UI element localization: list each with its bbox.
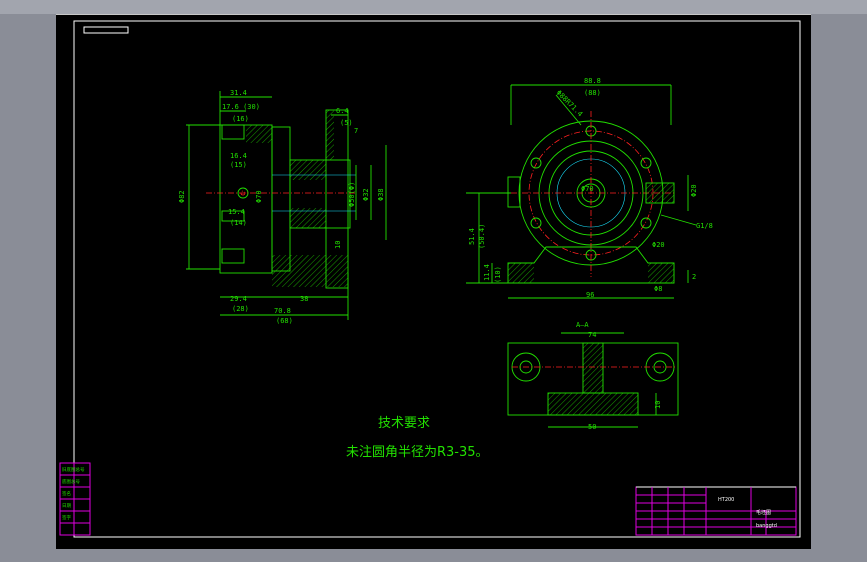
dim-center-height-alt: (50.4) <box>478 224 486 249</box>
dim-bot-b: 38 <box>300 295 308 303</box>
app-title-bar <box>0 0 867 14</box>
dim-foot-h: 2 <box>692 273 696 281</box>
dim-base-h: 11.4 <box>483 264 491 281</box>
dim-inner-b: 15.4 <box>228 208 245 216</box>
notes-heading: 技术要求 <box>378 416 430 431</box>
rev-row-5: 签字 <box>62 514 71 521</box>
dim-inner-a: 16.4 <box>230 152 247 160</box>
frame-corner-box <box>83 26 129 34</box>
dim-base-h-alt: (10) <box>494 266 502 283</box>
cad-drawing-canvas[interactable]: 31.4 17.6 (30) (16) 16.4 (15) 15.4 (14) … <box>56 14 811 549</box>
dim-height: Φ82 <box>178 190 186 203</box>
dim-hole: Φ20 <box>652 241 665 249</box>
side-view: 31.4 17.6 (30) (16) 16.4 (15) 15.4 (14) … <box>178 89 387 325</box>
dim-bore-2: Φ38 <box>377 188 385 201</box>
dim-front-top: 88.8 <box>584 77 601 85</box>
dim-bore-1: Φ32 <box>362 188 370 201</box>
dim-section-rib: 10 <box>654 401 662 409</box>
dim-section-bottom: 50 <box>588 423 596 431</box>
part-code: banggtd <box>756 523 777 529</box>
dim-front-top-alt: (88) <box>584 89 601 97</box>
dim-thread: G1/8 <box>696 222 713 230</box>
dim-right-a: Φ20 <box>690 184 698 197</box>
dim-bore-4: Φ70 <box>255 190 263 203</box>
rev-row-1: 旧底图总号 <box>62 466 85 473</box>
dim-inner-a-alt: (15) <box>230 161 247 169</box>
dim-side-top-alt: 17.6 (30) <box>222 103 260 111</box>
dim-flange-w-alt: (5) <box>340 119 353 127</box>
notes-line1: 未注圆角半径为R3-35。 <box>346 445 489 460</box>
section-view: A—A 74 50 10 <box>507 321 679 431</box>
material-label: HT200 <box>718 497 734 503</box>
dim-bot-total-alt: (68) <box>276 317 293 325</box>
rev-row-3: 签名 <box>62 490 71 497</box>
front-view: 88.8 (88) Φ88R71.4 Φ70 Φ20 G1/8 51.4 (50… <box>466 77 713 299</box>
dim-bot-total: 70.8 <box>274 307 291 315</box>
dim-flange-w: 6.4 <box>336 107 349 115</box>
dim-angle: 10 <box>334 241 342 249</box>
dim-center-bore: Φ70 <box>581 185 594 193</box>
dim-pcd: Φ88R71.4 <box>555 89 584 118</box>
dim-small: 7 <box>354 127 358 135</box>
section-label: A—A <box>576 321 589 329</box>
dim-bot-a: 29.4 <box>230 295 247 303</box>
title-block: HT200 毛坯图 banggtd <box>635 486 797 536</box>
dim-base-w: 96 <box>586 291 594 299</box>
part-name: 毛坯图 <box>756 509 771 516</box>
dim-side-top: 31.4 <box>230 89 247 97</box>
dim-slot: Φ8 <box>654 285 662 293</box>
drawing-svg: 31.4 17.6 (30) (16) 16.4 (15) 15.4 (14) … <box>59 20 801 538</box>
rev-row-4: 日期 <box>62 503 71 509</box>
revision-block: 旧底图总号 底图总号 签名 日期 签字 <box>59 462 91 536</box>
dim-bore-3: Φ50(Φ) <box>348 182 356 207</box>
dim-thread-top: (16) <box>232 115 249 123</box>
dim-center-height: 51.4 <box>468 228 476 245</box>
rev-row-2: 底图总号 <box>62 478 80 485</box>
dim-inner-b-alt: (14) <box>230 219 247 227</box>
dim-bot-a-alt: (28) <box>232 305 249 313</box>
dim-section-top: 74 <box>588 331 596 339</box>
